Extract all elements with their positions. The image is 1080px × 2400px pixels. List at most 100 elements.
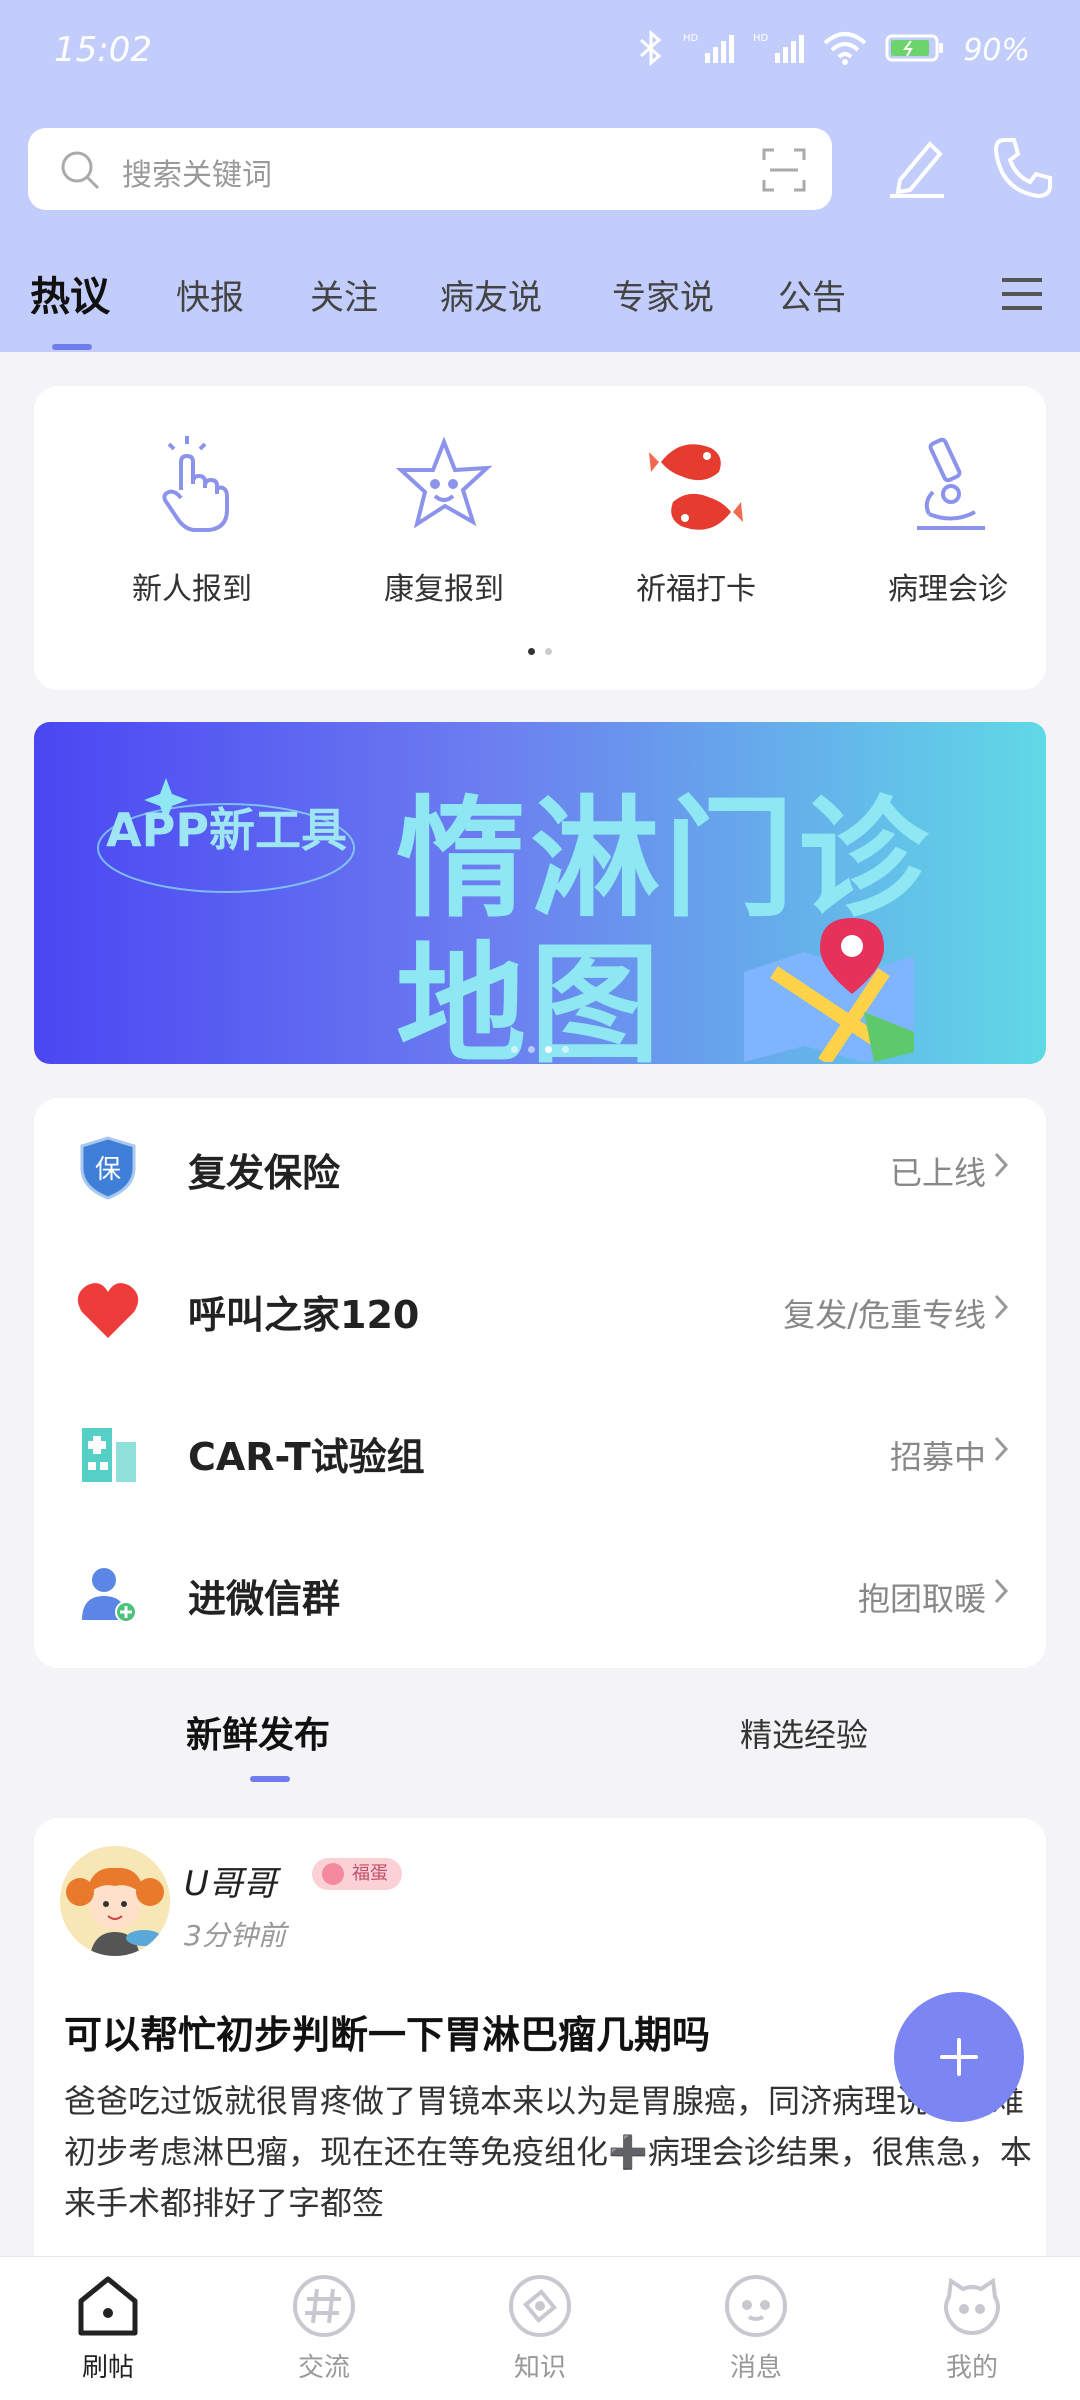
quick-action-label: 病理会诊: [888, 572, 1008, 607]
pager-dot: [511, 1046, 518, 1053]
service-row-wechat-group[interactable]: 进微信群 抱团取暖: [34, 1524, 1046, 1666]
chevron-right-icon: [992, 1434, 1010, 1468]
quick-action-label: 祈福打卡: [636, 572, 756, 607]
quick-action-blessing[interactable]: 祈福打卡: [596, 432, 796, 608]
wifi-icon: [823, 31, 867, 69]
nav-label: 刷帖: [81, 2353, 134, 2383]
service-name: 呼叫之家120: [188, 1293, 420, 1337]
user-badge: 福蛋: [312, 1858, 402, 1890]
pager-dot: [562, 1046, 569, 1053]
tab-follow[interactable]: 关注: [310, 270, 378, 319]
nav-item-exchange[interactable]: 交流: [254, 2271, 394, 2384]
chevron-right-icon: [992, 1292, 1010, 1326]
profile-face-icon: [937, 2271, 1007, 2341]
svg-text:HD: HD: [683, 33, 699, 44]
pager-dot: [528, 648, 535, 655]
top-tabs: 热议 快报 关注 病友说 专家说 公告: [0, 260, 1080, 352]
banner-tag: APP新工具: [106, 803, 348, 857]
service-row-insurance[interactable]: 保 复发保险 已上线: [34, 1098, 1046, 1240]
nav-item-profile[interactable]: 我的: [902, 2271, 1042, 2384]
nav-item-messages[interactable]: 消息: [686, 2271, 826, 2384]
chevron-right-icon: [992, 1150, 1010, 1184]
service-name: CAR-T试验组: [188, 1435, 425, 1479]
insurance-shield-icon: 保: [74, 1134, 142, 1202]
status-bar: 15:02 HD HD 90%: [0, 0, 1080, 104]
active-tab-indicator: [52, 344, 92, 350]
battery-icon: [885, 32, 945, 68]
edit-icon[interactable]: [882, 134, 950, 206]
plus-icon: [957, 2038, 961, 2076]
promo-banner[interactable]: APP新工具 惰淋门诊 地图: [34, 722, 1046, 1064]
banner-title-line2: 地图: [396, 929, 665, 1064]
quick-action-label: 康复报到: [384, 572, 504, 607]
tab-patients[interactable]: 病友说: [440, 270, 542, 319]
service-status: 招募中: [889, 1438, 986, 1476]
post-time: 3分钟前: [184, 1919, 286, 1952]
post-body[interactable]: 爸爸吃过饭就很胃疼做了胃镜本来以为是胃腺癌，同济病理说是疑难初步考虑淋巴瘤，现在…: [64, 2076, 1034, 2236]
nav-label: 我的: [945, 2353, 998, 2383]
status-time: 15:02: [54, 30, 152, 70]
pager-dot: [528, 1046, 535, 1053]
quick-action-recovery[interactable]: 康复报到: [344, 432, 544, 608]
map-pin-icon: [744, 918, 914, 1062]
service-status: 已上线: [889, 1154, 986, 1192]
add-user-icon: [74, 1560, 142, 1628]
tab-news[interactable]: 快报: [176, 270, 244, 319]
badge-label: 福蛋: [352, 1863, 388, 1884]
search-placeholder: 搜索关键词: [122, 158, 272, 193]
scan-icon[interactable]: [762, 148, 806, 196]
svg-text:HD: HD: [753, 33, 769, 44]
nav-label: 消息: [729, 2353, 782, 2383]
badge-icon: [322, 1863, 344, 1885]
post-title[interactable]: 可以帮忙初步判断一下胃淋巴瘤几期吗: [64, 2004, 710, 2059]
quick-actions-card: 新人报到 康复报到 祈福打卡 病理会诊: [34, 386, 1046, 690]
post-card[interactable]: U哥哥 福蛋 3分钟前 可以帮忙初步判断一下胃淋巴瘤几期吗 爸爸吃过饭就很胃疼做…: [34, 1818, 1046, 2258]
nav-label: 知识: [513, 2353, 566, 2383]
quick-action-pathology[interactable]: 病理会诊: [848, 432, 1048, 608]
tab-featured-experience[interactable]: 精选经验: [740, 1710, 868, 1756]
compass-icon: [505, 2271, 575, 2341]
star-face-icon: [389, 432, 499, 542]
service-name: 复发保险: [188, 1151, 341, 1195]
nav-item-knowledge[interactable]: 知识: [470, 2271, 610, 2384]
service-row-cart-trial[interactable]: CAR-T试验组 招募中: [34, 1382, 1046, 1524]
svg-text:保: 保: [95, 1155, 121, 1185]
koi-fish-icon: [641, 432, 751, 542]
active-feed-tab-indicator: [250, 1776, 290, 1782]
quick-action-new-member[interactable]: 新人报到: [92, 432, 292, 608]
bluetooth-icon: [637, 29, 665, 70]
tap-hand-icon: [137, 432, 247, 542]
service-status: 复发/危重专线: [783, 1296, 986, 1334]
services-card: 保 复发保险 已上线 呼叫之家120 复发/危重专线 CAR-T试验组 招募中 …: [34, 1098, 1046, 1668]
service-name: 进微信群: [188, 1577, 341, 1621]
service-row-emergency[interactable]: 呼叫之家120 复发/危重专线: [34, 1240, 1046, 1382]
heart-icon: [74, 1276, 142, 1344]
bottom-nav: 刷帖 交流 知识 消息 我的: [0, 2256, 1080, 2400]
tab-experts[interactable]: 专家说: [612, 270, 714, 319]
quick-action-label: 新人报到: [132, 572, 252, 607]
message-face-icon: [721, 2271, 791, 2341]
nav-label: 交流: [297, 2353, 350, 2383]
pager-dot: [545, 1046, 552, 1053]
hospital-icon: [74, 1418, 142, 1486]
hashtag-icon: [289, 2271, 359, 2341]
signal-icon: HD: [753, 31, 805, 69]
microscope-icon: [893, 432, 1003, 542]
signal-icon: HD: [683, 31, 735, 69]
menu-icon[interactable]: [1000, 274, 1044, 318]
chevron-right-icon: [992, 1576, 1010, 1610]
search-icon: [58, 148, 102, 196]
battery-percent: 90%: [963, 32, 1030, 68]
create-post-button[interactable]: [894, 1992, 1024, 2122]
tab-hot[interactable]: 热议: [30, 264, 110, 322]
phone-icon[interactable]: [990, 134, 1054, 206]
tab-notice[interactable]: 公告: [778, 270, 846, 319]
home-icon: [73, 2271, 143, 2341]
service-status: 抱团取暖: [857, 1580, 986, 1618]
tab-fresh-posts[interactable]: 新鲜发布: [186, 1706, 330, 1758]
post-username[interactable]: U哥哥: [184, 1856, 277, 1905]
avatar[interactable]: [60, 1846, 170, 1956]
search-input[interactable]: 搜索关键词: [28, 128, 832, 210]
quick-actions-pager: [34, 648, 1046, 655]
nav-item-feed[interactable]: 刷帖: [38, 2271, 178, 2384]
